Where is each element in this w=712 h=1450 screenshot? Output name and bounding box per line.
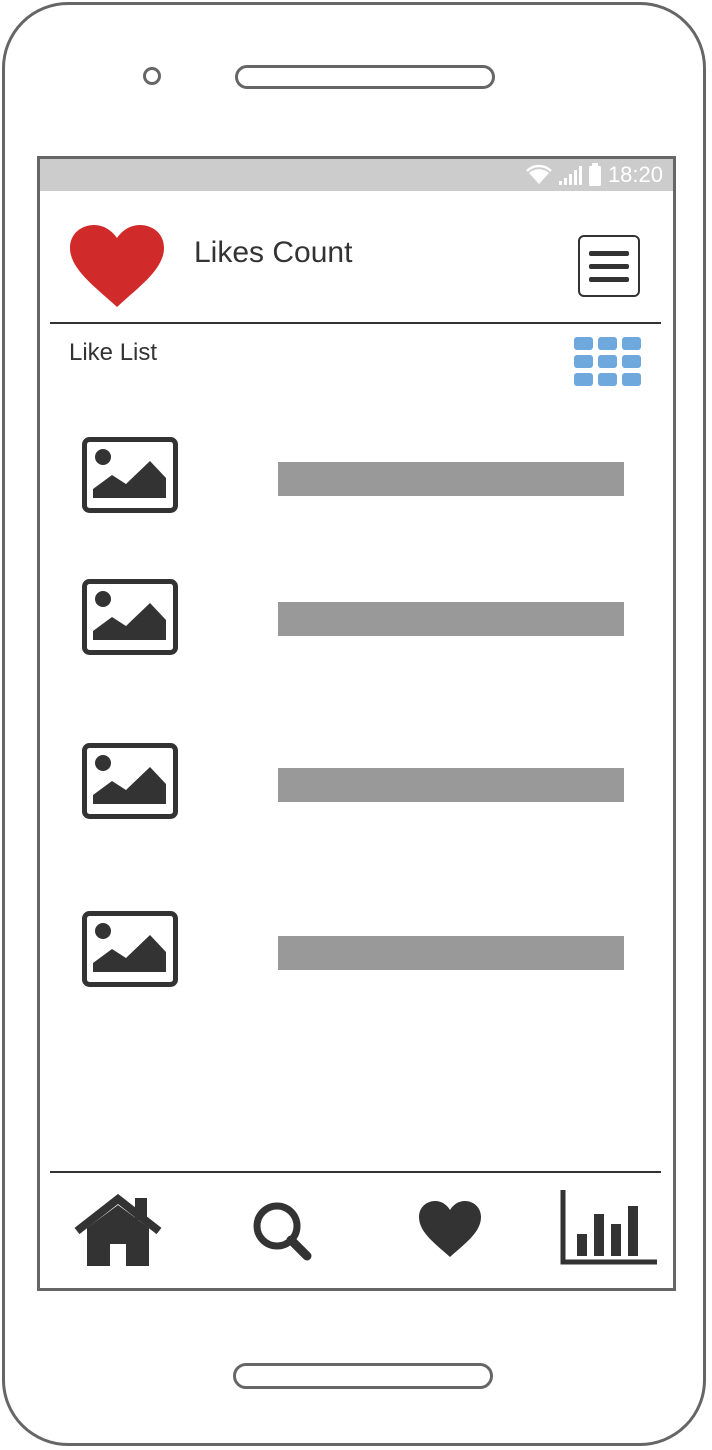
list-item[interactable] (40, 437, 673, 517)
heart-icon[interactable] (417, 1199, 483, 1259)
image-placeholder-icon (82, 743, 178, 819)
status-time: 18:20 (607, 162, 663, 187)
home-icon[interactable] (73, 1194, 163, 1266)
grid-view-button[interactable] (574, 337, 642, 391)
list-item-text-placeholder (278, 936, 624, 970)
heart-icon (70, 225, 164, 307)
screen: 18:20 Likes Count Like List (37, 156, 676, 1291)
battery-icon (588, 163, 601, 186)
hamburger-menu-button[interactable] (578, 235, 640, 297)
wifi-icon (526, 164, 552, 184)
list-item-text-placeholder (278, 768, 624, 802)
image-placeholder-icon (82, 911, 178, 987)
bar-chart-icon[interactable] (559, 1190, 659, 1266)
list-item[interactable] (40, 911, 673, 991)
header-divider (50, 322, 661, 324)
nav-divider (50, 1171, 661, 1173)
signal-icon (558, 166, 582, 185)
list-item[interactable] (40, 743, 673, 823)
image-placeholder-icon (82, 579, 178, 655)
app-title: Likes Count (194, 236, 353, 269)
earpiece-speaker (235, 65, 495, 89)
bottom-nav (40, 1174, 673, 1288)
home-button[interactable] (233, 1363, 493, 1389)
list-item[interactable] (40, 579, 673, 659)
list-item-text-placeholder (278, 602, 624, 636)
app-header: Likes Count (40, 191, 673, 323)
image-placeholder-icon (82, 437, 178, 513)
search-icon[interactable] (250, 1199, 314, 1263)
list-item-text-placeholder (278, 462, 624, 496)
section-title: Like List (69, 339, 158, 366)
front-camera (143, 67, 161, 85)
status-bar: 18:20 (40, 159, 673, 191)
